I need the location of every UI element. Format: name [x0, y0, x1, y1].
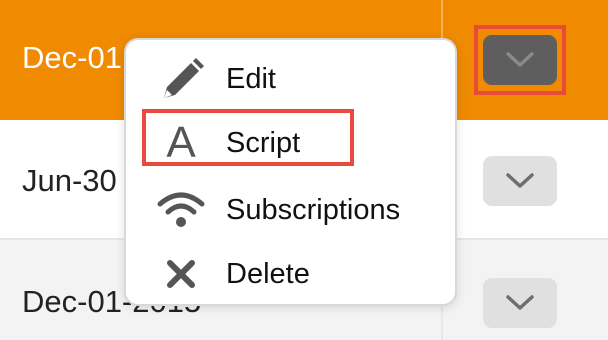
menu-item-label: Edit [226, 63, 276, 95]
row-date: Dec-01 [22, 40, 122, 75]
row-actions-dropdown-button[interactable] [483, 156, 557, 206]
pencil-icon [164, 58, 204, 98]
chevron-down-icon [506, 173, 534, 188]
menu-item-label: Subscriptions [226, 194, 401, 226]
row-actions-dropdown-button[interactable] [483, 278, 557, 328]
chevron-down-icon [506, 295, 534, 310]
wifi-icon [157, 192, 205, 227]
menu-item-label: Delete [226, 258, 310, 290]
highlight-box [474, 25, 566, 95]
close-icon [167, 260, 195, 288]
menu-item-delete[interactable]: Delete [126, 243, 455, 303]
highlight-box [142, 109, 354, 166]
menu-item-edit[interactable]: Edit [126, 48, 455, 108]
row-date: Jun-30 [22, 163, 117, 198]
menu-item-subscriptions[interactable]: Subscriptions [126, 179, 455, 239]
row-actions-menu: Edit A Script Subscriptions Delete [124, 38, 457, 306]
